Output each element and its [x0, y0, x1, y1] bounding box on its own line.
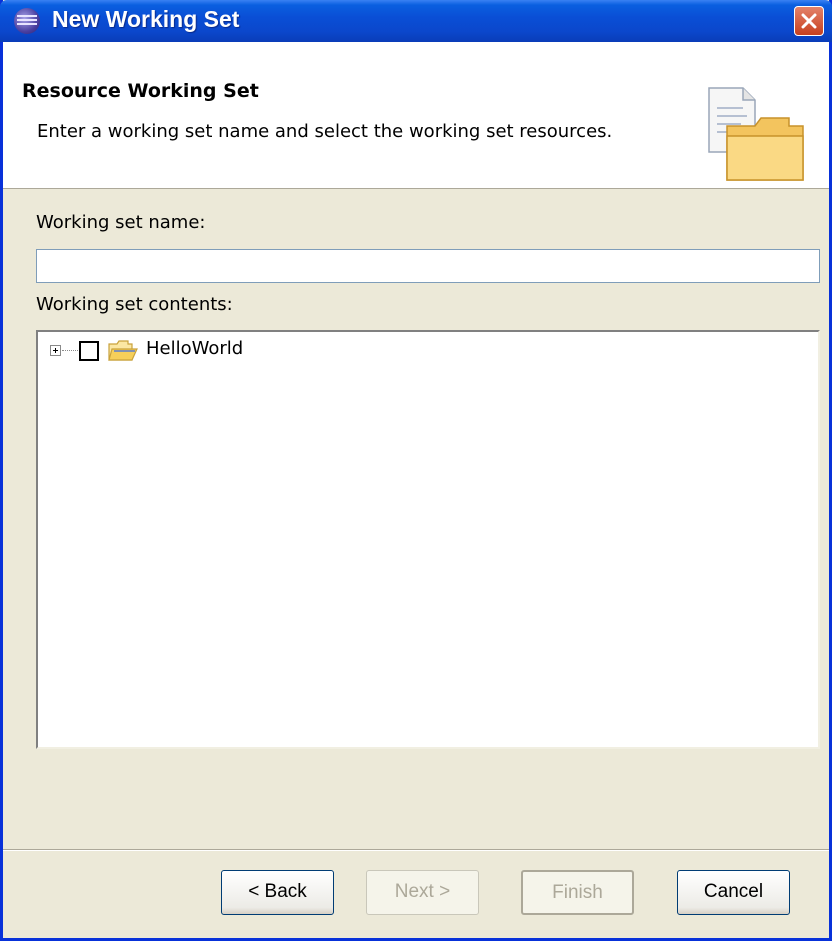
working-set-icon [708, 87, 804, 181]
finish-button[interactable]: Finish [521, 870, 634, 915]
close-button[interactable] [794, 6, 824, 36]
close-icon [801, 13, 817, 29]
footer-separator [3, 849, 829, 851]
working-set-name-input[interactable] [36, 249, 820, 283]
next-button[interactable]: Next > [366, 870, 479, 915]
tree-item-checkbox[interactable] [79, 341, 99, 361]
dialog-window: New Working Set Resource Working Set Ent… [0, 0, 832, 941]
window-title: New Working Set [52, 6, 240, 32]
folder-icon [108, 340, 138, 361]
working-set-contents-tree[interactable]: HelloWorld [36, 330, 820, 749]
cancel-button[interactable]: Cancel [677, 870, 790, 915]
tree-connector [62, 350, 78, 351]
page-description: Enter a working set name and select the … [37, 121, 613, 142]
working-set-name-label: Working set name: [36, 212, 206, 233]
title-bar[interactable]: New Working Set [0, 0, 832, 42]
working-set-contents-label: Working set contents: [36, 294, 233, 315]
expand-icon[interactable] [50, 345, 61, 356]
page-title: Resource Working Set [22, 80, 259, 102]
tree-item-label: HelloWorld [146, 338, 244, 359]
wizard-banner: Resource Working Set Enter a working set… [3, 42, 829, 189]
eclipse-icon [14, 8, 40, 34]
back-button[interactable]: < Back [221, 870, 334, 915]
